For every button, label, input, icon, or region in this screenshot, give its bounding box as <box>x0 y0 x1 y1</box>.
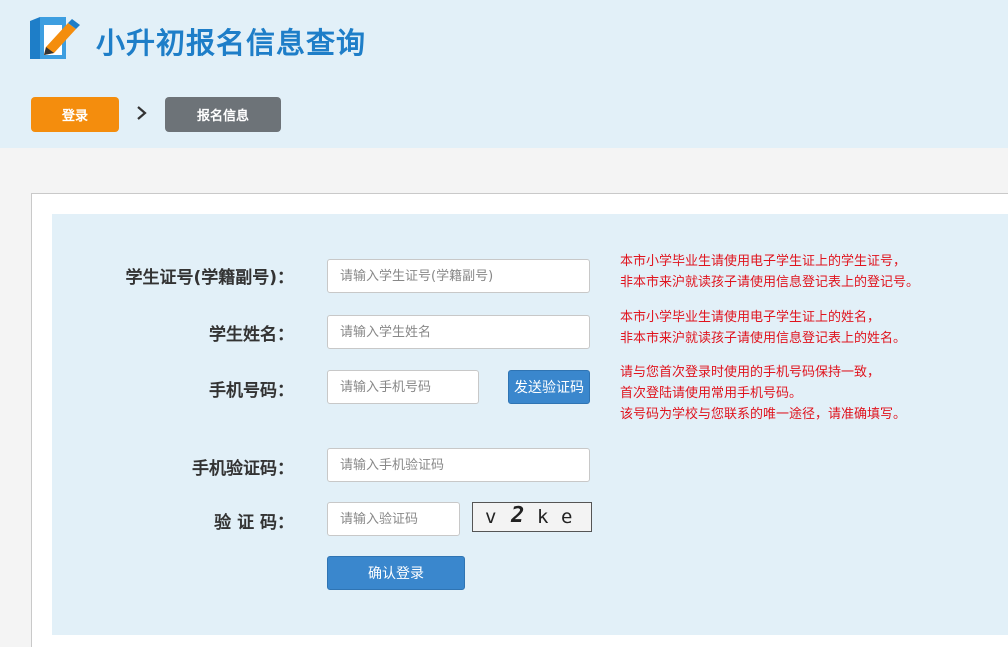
captcha-char: 2 <box>511 503 525 528</box>
captcha-char: e <box>561 506 573 528</box>
captcha-image[interactable]: v 2 k e <box>472 502 592 532</box>
phone-label: 手机号码： <box>209 381 294 401</box>
phone-hint: 请与您首次登录时使用的手机号码保持一致， 首次登陆请使用常用手机号码。 该号码为… <box>620 365 907 422</box>
page-title: 小升初报名信息查询 <box>96 26 367 60</box>
student-name-label: 学生姓名： <box>209 325 294 345</box>
captcha-char: v <box>485 506 497 528</box>
step-login[interactable]: 登录 <box>31 97 119 132</box>
captcha-label: 验 证 码： <box>214 513 294 533</box>
edit-pencil-icon <box>30 17 80 59</box>
student-name-hint: 本市小学毕业生请使用电子学生证上的姓名， 非本市来沪就读孩子请使用信息登记表上的… <box>620 310 907 346</box>
captcha-char: k <box>537 506 549 528</box>
student-id-hint: 本市小学毕业生请使用电子学生证上的学生证号， 非本市来沪就读孩子请使用信息登记表… <box>620 254 920 290</box>
step-registration-info[interactable]: 报名信息 <box>165 97 281 132</box>
phone-input[interactable] <box>327 370 479 404</box>
confirm-login-button[interactable]: 确认登录 <box>327 556 465 590</box>
chevron-right-icon <box>137 106 147 120</box>
send-code-button[interactable]: 发送验证码 <box>508 370 590 404</box>
student-id-label: 学生证号(学籍副号)： <box>125 268 294 288</box>
student-name-input[interactable] <box>327 315 590 349</box>
sms-code-label: 手机验证码： <box>192 459 294 479</box>
sms-code-input[interactable] <box>327 448 590 482</box>
student-id-input[interactable] <box>327 259 590 293</box>
captcha-input[interactable] <box>327 502 460 536</box>
